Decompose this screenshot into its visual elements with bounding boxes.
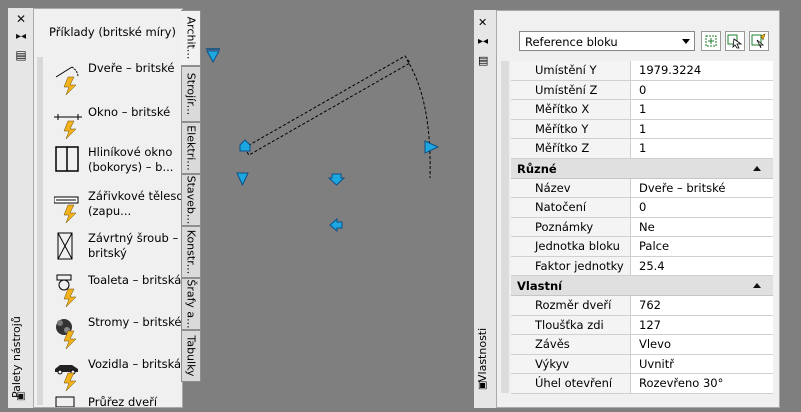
tab-architecture[interactable]: Archit... <box>181 10 201 66</box>
property-row-position-y[interactable]: Umístění Y 1979.3224 <box>511 61 773 81</box>
door-section-icon <box>55 396 75 407</box>
window-icon <box>54 114 82 140</box>
properties-window[interactable]: ✕ ▸◂ ▤ Vlastnosti ▣ Reference bloku Umís… <box>474 10 780 408</box>
grip-left-icon[interactable] <box>329 217 343 233</box>
tab-tables[interactable]: Tabulky <box>181 330 201 382</box>
tool-item-trees[interactable]: Stromy – britské <box>54 311 184 355</box>
tool-item-window[interactable]: Okno – britské <box>54 101 184 145</box>
property-row-scale-x[interactable]: Měřítko X1 <box>511 100 773 120</box>
door-icon <box>55 66 79 96</box>
trees-icon <box>56 319 77 350</box>
tool-item-door-section[interactable]: Průřez dveří <box>54 393 184 407</box>
property-row-unit-factor[interactable]: Faktor jednotky 25.4 <box>511 256 773 276</box>
tab-hatches[interactable]: Šrafy a... <box>181 278 201 330</box>
properties-titlebar[interactable]: ✕ ▸◂ ▤ Vlastnosti ▣ <box>474 10 497 408</box>
tab-structural[interactable]: Konstr... <box>181 226 201 278</box>
collapse-icon[interactable] <box>753 165 761 171</box>
close-icon[interactable]: ✕ <box>478 16 487 29</box>
fluorescent-fixture-icon <box>54 196 79 224</box>
collapse-icon[interactable] <box>753 283 761 288</box>
close-icon[interactable]: ✕ <box>14 12 28 26</box>
tab-civil[interactable]: Staveb... <box>181 174 201 226</box>
tool-palettes-window[interactable]: ✕ ▸◂ ▤ Palety nástrojů ▣ Příklady (brits… <box>8 8 202 408</box>
tool-palette-content: Příklady (britské míry) Dveře – britské … <box>33 8 183 408</box>
tool-item-fluorescent[interactable]: Zářivkové těleso (zapu... <box>54 185 184 229</box>
toilet-icon <box>56 274 77 308</box>
select-objects-button[interactable] <box>725 31 745 51</box>
pickadd-icon <box>705 35 717 47</box>
property-row-door-size[interactable]: Rozměr dveří 762 <box>511 296 773 316</box>
chevron-down-icon <box>682 39 690 44</box>
tab-electrical[interactable]: Elektri... <box>181 122 201 174</box>
vehicles-icon <box>55 365 78 392</box>
tool-palettes-titlebar[interactable]: ✕ ▸◂ ▤ Palety nástrojů ▣ <box>8 8 34 408</box>
property-row-scale-z[interactable]: Měřítko Z1 <box>511 139 773 159</box>
quick-select-icon <box>751 33 766 49</box>
toggle-pickadd-button[interactable] <box>701 31 721 51</box>
tool-item-door[interactable]: Dveře – britské <box>54 57 184 101</box>
section-header-misc[interactable]: Různé <box>511 158 773 179</box>
grip-arrow-right-icon[interactable] <box>424 140 440 154</box>
palette-menu-icon[interactable]: ▣ <box>478 380 487 391</box>
properties-title: Vlastnosti <box>476 327 489 382</box>
palette-menu-icon[interactable]: ▣ <box>14 390 28 404</box>
properties-menu-icon[interactable]: ▤ <box>478 54 488 67</box>
property-row-hinge[interactable]: Závěs Vlevo <box>511 335 773 355</box>
property-row-wall-thickness[interactable]: Tloušťka zdi 127 <box>511 315 773 335</box>
palette-scrollbar[interactable] <box>37 57 43 405</box>
properties-menu-icon[interactable]: ▤ <box>14 48 28 62</box>
select-objects-icon <box>727 34 743 49</box>
tool-item-toilet[interactable]: Toaleta – britská <box>54 269 184 313</box>
property-row-swing[interactable]: Výkyv Uvnitř <box>511 354 773 374</box>
auto-hide-icon[interactable]: ▸◂ <box>478 36 488 47</box>
tool-item-aluminum-window[interactable]: Hliníkové okno (bokorys) – b... <box>54 141 184 185</box>
quick-select-button[interactable] <box>749 31 769 51</box>
aluminum-window-icon <box>55 146 79 172</box>
section-header-custom[interactable]: Vlastní <box>511 276 773 296</box>
tab-mechanical[interactable]: Strojír... <box>181 66 201 122</box>
grip-insertion-icon[interactable] <box>239 139 251 152</box>
properties-scrollbar[interactable] <box>501 61 509 393</box>
property-row-block-unit[interactable]: Jednotka bloku Palce <box>511 237 773 257</box>
palette-title: Příklady (britské míry) <box>49 25 176 39</box>
tool-item-vehicles[interactable]: Vozidla – britská <box>54 353 184 397</box>
property-row-annotative[interactable]: Poznámky Ne <box>511 217 773 237</box>
grip-arrow-down-icon[interactable] <box>236 172 249 187</box>
property-row-name[interactable]: Název Dveře – britské <box>511 178 773 198</box>
grip-down-icon[interactable] <box>327 173 346 186</box>
properties-body: Reference bloku Umístění Y 1979.3224 Umís… <box>496 10 780 408</box>
property-row-scale-y[interactable]: Měřítko Y1 <box>511 119 773 139</box>
tool-item-lag-bolt[interactable]: Závrtný šroub – britský <box>54 227 184 271</box>
auto-hide-icon[interactable]: ▸◂ <box>14 30 28 44</box>
property-row-open-angle[interactable]: Úhel otevření Rozevřeno 30° <box>511 374 773 394</box>
property-row-position-z[interactable]: Umístění Z0 <box>511 80 773 100</box>
door-block[interactable] <box>243 55 431 179</box>
lag-bolt-icon <box>57 232 73 260</box>
property-row-rotation[interactable]: Natočení 0 <box>511 198 773 218</box>
tool-palettes-title: Palety nástrojů <box>10 316 23 398</box>
properties-grid: Umístění Y 1979.3224 Umístění Z0 Měřítko … <box>511 61 773 394</box>
object-type-select[interactable]: Reference bloku <box>519 31 695 51</box>
grip-flip-icon[interactable] <box>206 48 220 64</box>
